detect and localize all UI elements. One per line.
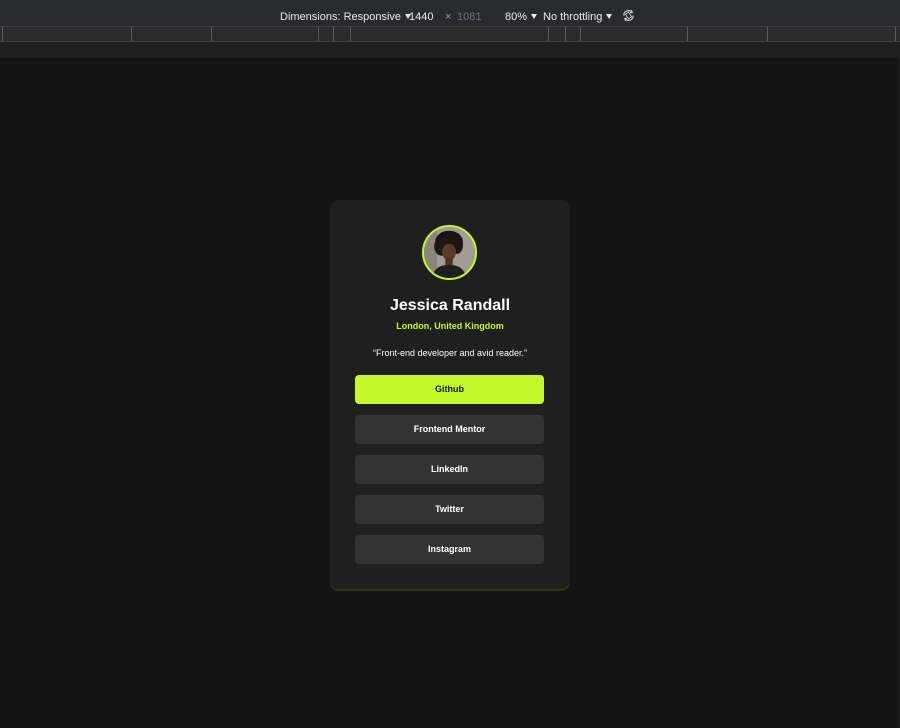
throttling-label: No throttling — [543, 11, 603, 23]
ruler-tick — [350, 27, 351, 41]
ruler-tick — [580, 27, 581, 41]
ruler-tick — [767, 27, 768, 41]
zoom-label: 80% — [505, 11, 528, 23]
github-link[interactable]: Github — [355, 375, 544, 404]
throttling-dropdown[interactable]: No throttling — [543, 11, 613, 23]
ruler-tick — [895, 27, 896, 41]
ruler-tick — [333, 27, 334, 41]
avatar — [422, 225, 477, 280]
profile-name: Jessica Randall — [389, 297, 511, 314]
dimensions-label: Dimensions: Responsive — [280, 11, 402, 23]
media-query-ruler — [0, 26, 900, 42]
dimensions-dropdown[interactable]: Dimensions: Responsive — [280, 11, 412, 23]
ruler-tick — [687, 27, 688, 41]
rotate-icon[interactable] — [621, 8, 636, 23]
frontend-mentor-link[interactable]: Frontend Mentor — [355, 415, 544, 444]
ruler-tick — [318, 27, 319, 41]
width-input[interactable]: 1440 — [409, 11, 433, 23]
ruler-tick — [211, 27, 212, 41]
profile-photo — [424, 227, 475, 278]
linkedin-link[interactable]: LinkedIn — [355, 455, 544, 484]
throttling-caret-icon — [606, 13, 613, 19]
twitter-link[interactable]: Twitter — [355, 495, 544, 524]
dimension-separator: × — [445, 11, 452, 23]
ruler-tick — [2, 27, 3, 41]
ruler-tick — [131, 27, 132, 41]
instagram-link[interactable]: Instagram — [355, 535, 544, 564]
ruler-tick — [565, 27, 566, 41]
zoom-dropdown[interactable]: 80% — [505, 11, 538, 23]
profile-card: Jessica Randall London, United Kingdom “… — [330, 200, 570, 589]
ruler-tick — [548, 27, 549, 41]
profile-bio: “Front-end developer and avid reader.” — [372, 348, 528, 358]
toolbar-gap — [0, 42, 900, 58]
profile-location: London, United Kingdom — [396, 321, 504, 331]
zoom-caret-icon — [531, 13, 538, 19]
social-links: Github Frontend Mentor LinkedIn Twitter … — [355, 375, 544, 575]
height-input[interactable]: 1081 — [457, 11, 481, 23]
